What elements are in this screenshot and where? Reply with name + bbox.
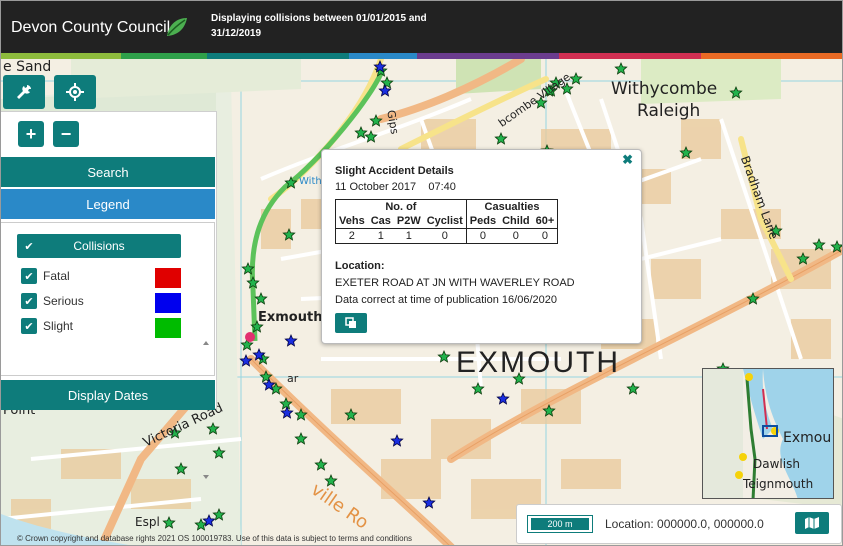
table-cell: 0 xyxy=(423,228,467,244)
table-cell: 0 xyxy=(532,228,558,244)
collisions-toggle[interactable]: ✔ Collisions xyxy=(17,234,181,258)
zoom-out-button[interactable]: − xyxy=(53,121,79,147)
selected-collision-marker xyxy=(245,332,255,342)
table-cell: 0 xyxy=(465,228,500,244)
inset-label-dawlish: Dawlish xyxy=(753,457,800,471)
wrench-icon xyxy=(17,85,31,99)
location-text: EXETER ROAD AT JN WITH WAVERLEY ROAD xyxy=(335,277,575,289)
serious-checkbox[interactable]: ✔ xyxy=(21,293,37,309)
popup-datetime: 11 October 2017 07:40 xyxy=(335,181,456,193)
scale-label: 200 m xyxy=(531,518,589,530)
leaf-logo-icon xyxy=(167,18,187,36)
copyright-notice: © Crown copyright and database rights 20… xyxy=(17,534,413,543)
accident-time: 07:40 xyxy=(428,181,456,193)
settings-button[interactable] xyxy=(3,75,45,109)
slight-checkbox[interactable]: ✔ xyxy=(21,318,37,334)
fatal-checkbox[interactable]: ✔ xyxy=(21,268,37,284)
side-panel: + − Search Legend ✔ Collisions ✔ Fatal ✔… xyxy=(1,111,217,479)
column-header: 60+ xyxy=(535,215,555,227)
table-cell: 0 xyxy=(499,228,533,244)
column-header: P2W xyxy=(396,215,421,227)
serious-swatch xyxy=(155,293,181,313)
place-label-exmouth-small: Exmouth xyxy=(258,310,323,325)
app-window: Devon County Council Displaying collisio… xyxy=(0,0,843,546)
popup-title: Slight Accident Details xyxy=(335,165,454,177)
status-bar: 200 m Location: 000000.0, 000000.0 xyxy=(516,504,842,544)
column-header: Child xyxy=(502,215,530,227)
place-label-sand: e Sand xyxy=(3,59,52,75)
inset-label-teignmouth: Teignmouth xyxy=(743,477,814,491)
place-label-exmouth-big: EXMOUTH xyxy=(456,346,620,379)
date-range-message: Displaying collisions between 01/01/2015… xyxy=(211,13,427,39)
copy-icon xyxy=(345,317,356,328)
legend-item-label: Serious xyxy=(43,294,84,308)
legend-panel: ✔ Collisions ✔ Fatal ✔ Serious ✔ Slight xyxy=(1,222,215,479)
column-header: Vehs xyxy=(339,215,365,227)
map-label-with: With xyxy=(299,176,322,187)
council-name: Devon County Council xyxy=(11,19,171,36)
column-header: Peds xyxy=(465,214,500,229)
group-casualties: Casualties xyxy=(465,199,558,214)
location-heading: Location: xyxy=(335,260,385,272)
map-label-ar: ar xyxy=(287,372,299,385)
locate-button[interactable] xyxy=(54,75,96,109)
locate-icon xyxy=(66,83,84,101)
legend-scrollbar[interactable] xyxy=(201,339,211,483)
fatal-swatch xyxy=(155,268,181,288)
display-dates-button[interactable]: Display Dates xyxy=(1,380,215,410)
header-bar: Devon County Council Displaying collisio… xyxy=(1,1,842,53)
close-icon[interactable]: ✖ xyxy=(622,152,633,168)
group-no-of: No. of xyxy=(385,201,417,213)
map-icon xyxy=(805,517,819,529)
copy-button[interactable] xyxy=(335,313,367,333)
location-readout: Location: 000000.0, 000000.0 xyxy=(605,517,764,531)
search-button[interactable]: Search xyxy=(1,157,215,187)
inset-label-exmouth: Exmou xyxy=(783,430,832,446)
place-label-withycombe: Withycombe xyxy=(611,79,718,99)
legend-item-label: Slight xyxy=(43,319,74,333)
collisions-label: Collisions xyxy=(73,239,125,253)
column-header: Cyclist xyxy=(426,215,463,227)
scale-bar: 200 m xyxy=(527,515,593,533)
accident-details-popup: ✖ Slight Accident Details 11 October 201… xyxy=(321,149,642,344)
legend-button[interactable]: Legend xyxy=(1,189,215,219)
collisions-check-icon: ✔ xyxy=(24,240,34,253)
accident-table: No. of Casualties Vehs Cas P2W Cyclist P… xyxy=(335,199,559,244)
data-correct-note: Data correct at time of publication 16/0… xyxy=(335,294,557,306)
place-label-raleigh: Raleigh xyxy=(637,101,701,121)
legend-item-label: Fatal xyxy=(43,269,70,283)
road-label-esplanade: Espl xyxy=(135,515,160,529)
accident-date: 11 October 2017 xyxy=(335,181,417,193)
column-header: Cas xyxy=(370,215,391,227)
overview-map[interactable]: Exmou Dawlish Teignmouth xyxy=(702,368,834,499)
basemap-button[interactable] xyxy=(795,512,829,534)
table-cell: 2 xyxy=(335,228,368,244)
zoom-in-button[interactable]: + xyxy=(18,121,44,147)
slight-swatch xyxy=(155,318,181,338)
table-cell: 1 xyxy=(393,228,424,244)
table-cell: 1 xyxy=(367,228,394,244)
